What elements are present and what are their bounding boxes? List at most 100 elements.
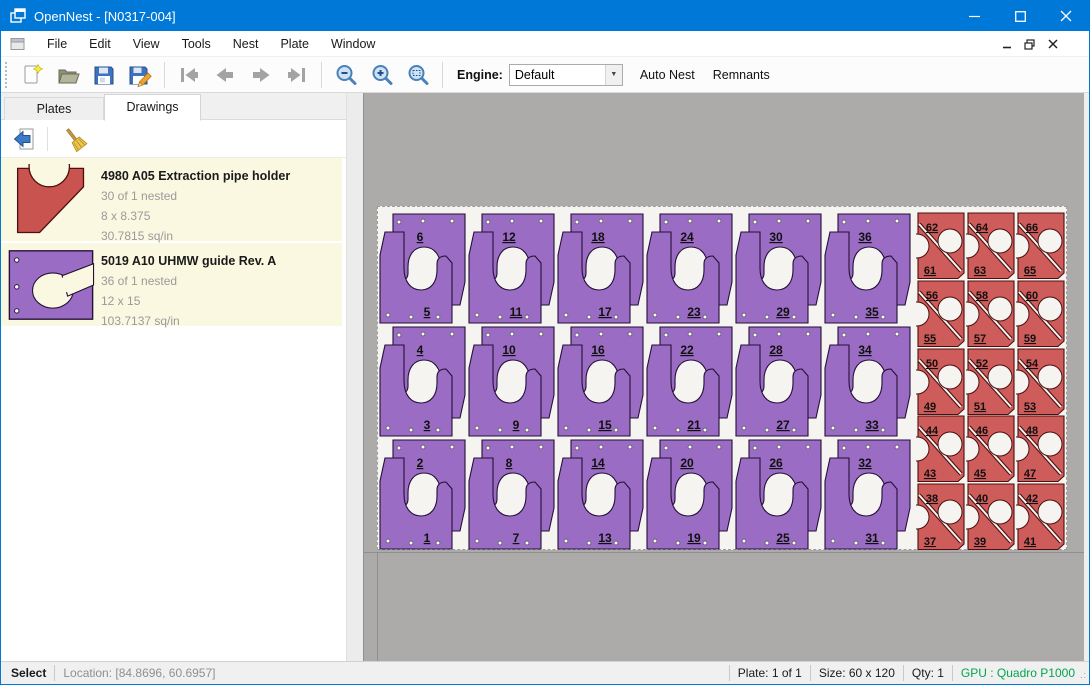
zoom-out-button[interactable] <box>330 60 362 90</box>
go-next-button[interactable] <box>245 60 277 90</box>
menu-nest[interactable]: Nest <box>222 33 270 55</box>
new-document-button[interactable] <box>16 60 48 90</box>
mdi-restore-button[interactable] <box>1021 36 1038 52</box>
part-number: 15 <box>598 418 612 432</box>
list-item-drawing-1[interactable]: 4980 A05 Extraction pipe holder 30 of 1 … <box>1 158 342 243</box>
drawing-size: 8 x 8.375 <box>101 206 290 226</box>
part-number: 66 <box>1026 222 1038 234</box>
menu-tools[interactable]: Tools <box>171 33 222 55</box>
nested-part-pair[interactable]: 24 23 <box>645 212 734 325</box>
save-button[interactable] <box>88 60 120 90</box>
maximize-button[interactable] <box>997 1 1043 31</box>
minimize-icon <box>969 11 980 22</box>
canvas-guide-vertical <box>377 553 378 661</box>
resize-grip[interactable]: .: <box>1080 670 1087 680</box>
part-number: 41 <box>1024 536 1036 548</box>
part-number: 50 <box>926 358 938 370</box>
tab-plates[interactable]: Plates <box>4 97 104 120</box>
chevron-down-icon[interactable]: ▼ <box>605 65 622 85</box>
nested-part-pair[interactable]: 38 37 <box>916 483 966 551</box>
save-as-button[interactable] <box>124 60 156 90</box>
minimize-button[interactable] <box>951 1 997 31</box>
tab-drawings[interactable]: Drawings <box>104 94 201 121</box>
nested-part-pair[interactable]: 32 31 <box>823 438 912 551</box>
zoom-fit-button[interactable] <box>402 60 434 90</box>
go-last-button[interactable] <box>281 60 313 90</box>
nest-canvas[interactable]: 6 5 12 11 18 17 24 23 <box>363 93 1084 661</box>
nested-part-pair[interactable]: 64 63 <box>966 212 1016 280</box>
clean-button[interactable] <box>60 124 90 154</box>
menu-window[interactable]: Window <box>320 33 386 55</box>
nested-part-pair[interactable]: 20 19 <box>645 438 734 551</box>
sidebar-panel: Plates Drawings <box>1 93 346 661</box>
nested-part-pair[interactable]: 22 21 <box>645 325 734 438</box>
nested-part-pair[interactable]: 58 57 <box>966 280 1016 348</box>
nested-part-pair[interactable]: 6 5 <box>378 212 467 325</box>
title-bar: OpenNest - [N0317-004] <box>1 1 1089 31</box>
part-number: 2 <box>417 456 424 470</box>
panel-splitter[interactable] <box>346 93 363 661</box>
nested-part-pair[interactable]: 56 55 <box>916 280 966 348</box>
nested-part-pair[interactable]: 60 59 <box>1016 280 1066 348</box>
nested-part-pair[interactable]: 44 43 <box>916 415 966 483</box>
part-number: 47 <box>1024 468 1036 480</box>
nested-part-pair[interactable]: 48 47 <box>1016 415 1066 483</box>
nested-part-pair[interactable]: 54 53 <box>1016 348 1066 416</box>
toolbar-separator <box>164 62 165 88</box>
mdi-close-icon <box>1048 39 1058 49</box>
nested-part-pair[interactable]: 28 27 <box>734 325 823 438</box>
zoom-in-button[interactable] <box>366 60 398 90</box>
nested-part-pair[interactable]: 52 51 <box>966 348 1016 416</box>
menu-view[interactable]: View <box>122 33 171 55</box>
nested-part-pair[interactable]: 66 65 <box>1016 212 1066 280</box>
mdi-close-button[interactable] <box>1044 36 1061 52</box>
close-button[interactable] <box>1043 1 1089 31</box>
part-number: 26 <box>769 456 783 470</box>
nested-part-pair[interactable]: 42 41 <box>1016 483 1066 551</box>
reload-drawings-button[interactable] <box>9 124 39 154</box>
mdi-minimize-button[interactable] <box>998 36 1015 52</box>
save-as-icon <box>127 62 153 88</box>
nested-part-pair[interactable]: 62 61 <box>916 212 966 280</box>
nested-part-pair[interactable]: 50 49 <box>916 348 966 416</box>
sidebar-tabstrip: Plates Drawings <box>1 93 346 120</box>
nested-part-pair[interactable]: 16 15 <box>556 325 645 438</box>
remnants-button[interactable]: Remnants <box>704 62 779 88</box>
menu-plate[interactable]: Plate <box>269 33 320 55</box>
go-first-icon <box>176 62 202 88</box>
nested-part-pair[interactable]: 8 7 <box>467 438 556 551</box>
nested-part-pair[interactable]: 34 33 <box>823 325 912 438</box>
nested-part-pair[interactable]: 26 25 <box>734 438 823 551</box>
toolbar-grip[interactable] <box>5 62 9 88</box>
menu-edit[interactable]: Edit <box>78 33 122 55</box>
auto-nest-button[interactable]: Auto Nest <box>631 62 704 88</box>
nested-part-pair[interactable]: 36 35 <box>823 212 912 325</box>
part-number: 20 <box>680 456 694 470</box>
nested-part-pair[interactable]: 10 9 <box>467 325 556 438</box>
nested-part-pair[interactable]: 12 11 <box>467 212 556 325</box>
nested-part-pair[interactable]: 40 39 <box>966 483 1016 551</box>
part-number: 60 <box>1026 290 1038 302</box>
engine-combobox[interactable]: Default ▼ <box>509 64 623 86</box>
part-number: 18 <box>591 230 605 244</box>
toolbar-separator <box>47 127 48 151</box>
status-location: Location: [84.8696, 60.6957] <box>63 666 215 680</box>
nested-part-pair[interactable]: 4 3 <box>378 325 467 438</box>
menu-file[interactable]: File <box>36 33 78 55</box>
nested-part-pair[interactable]: 46 45 <box>966 415 1016 483</box>
save-icon <box>91 62 117 88</box>
go-previous-button[interactable] <box>209 60 241 90</box>
list-item-drawing-2[interactable]: 5019 A10 UHMW guide Rev. A 36 of 1 neste… <box>1 243 342 328</box>
part-number: 25 <box>776 531 790 545</box>
nested-part-pair[interactable]: 18 17 <box>556 212 645 325</box>
go-first-button[interactable] <box>173 60 205 90</box>
nested-part-pair[interactable]: 30 29 <box>734 212 823 325</box>
nested-part-pair[interactable]: 2 1 <box>378 438 467 551</box>
part-number: 11 <box>510 305 523 319</box>
part-number: 58 <box>976 290 988 302</box>
nested-part-pair[interactable]: 14 13 <box>556 438 645 551</box>
part-number: 57 <box>974 333 986 345</box>
part-number: 17 <box>598 305 612 319</box>
open-button[interactable] <box>52 60 84 90</box>
status-separator <box>952 665 953 681</box>
